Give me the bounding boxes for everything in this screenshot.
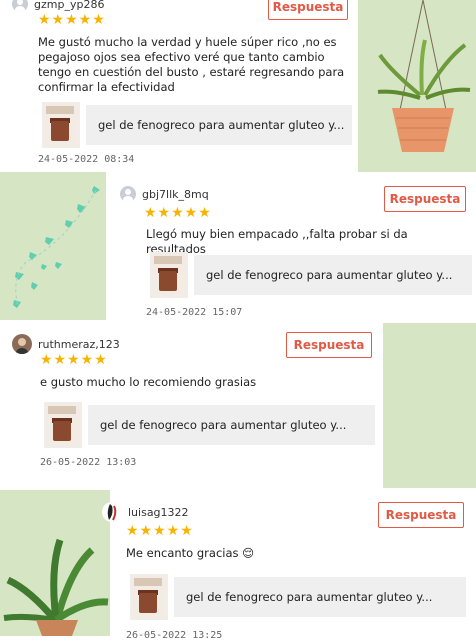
product-thumbnail	[150, 252, 188, 298]
review-card: gbj7llk_8mq ★★★★★ Respuesta Llegó muy bi…	[106, 174, 476, 322]
review-text: Me encanto gracias 😌	[126, 546, 255, 560]
review-card: ruthmeraz,123 ★★★★★ Respuesta e gusto mu…	[0, 324, 383, 488]
rating-stars: ★★★★★	[40, 352, 108, 368]
review-date: 26-05-2022 13:03	[40, 457, 137, 468]
reviewer: luisag1322	[102, 502, 189, 522]
butterflies-icon	[13, 186, 100, 308]
reviewer: gbj7llk_8mq	[120, 186, 209, 202]
review-text: e gusto mucho lo recomiendo grasias	[40, 375, 257, 389]
product-thumbnail	[42, 102, 80, 148]
reply-button[interactable]: Respuesta	[378, 502, 464, 528]
rating-stars: ★★★★★	[144, 205, 212, 221]
username: gzmp_yp286	[34, 0, 105, 11]
product-link[interactable]: gel de fenogreco para aumentar gluteo y.…	[42, 102, 352, 148]
reply-button[interactable]: Respuesta	[286, 332, 372, 358]
product-thumbnail	[44, 402, 82, 448]
username: ruthmeraz,123	[38, 337, 120, 351]
rating-stars: ★★★★★	[126, 523, 194, 539]
review-card: gzmp_yp286 ★★★★★ Respuesta Me gustó much…	[0, 0, 358, 172]
product-link[interactable]: gel de fenogreco para aumentar gluteo y.…	[150, 252, 472, 298]
product-name: gel de fenogreco para aumentar gluteo y.…	[86, 105, 352, 145]
product-link[interactable]: gel de fenogreco para aumentar gluteo y.…	[44, 402, 375, 448]
product-name: gel de fenogreco para aumentar gluteo y.…	[88, 405, 375, 445]
product-link[interactable]: gel de fenogreco para aumentar gluteo y.…	[130, 574, 466, 620]
avatar	[102, 502, 122, 522]
avatar	[12, 0, 28, 12]
hanging-plant-icon	[377, 0, 471, 152]
reply-button[interactable]: Respuesta	[384, 186, 466, 212]
username: gbj7llk_8mq	[142, 187, 209, 201]
username: luisag1322	[128, 505, 189, 519]
avatar	[12, 334, 32, 354]
review-date: 24-05-2022 08:34	[38, 154, 135, 165]
reviewer: ruthmeraz,123	[12, 334, 120, 354]
reply-button[interactable]: Respuesta	[268, 0, 348, 20]
product-thumbnail	[130, 574, 168, 620]
product-name: gel de fenogreco para aumentar gluteo y.…	[194, 255, 472, 295]
review-date: 24-05-2022 15:07	[146, 307, 243, 318]
review-card: luisag1322 ★★★★★ Respuesta Me encanto gr…	[102, 490, 476, 641]
review-text: Me gustó mucho la verdad y huele súper r…	[38, 35, 345, 94]
reviewer: gzmp_yp286	[12, 0, 104, 12]
decor-band-3	[383, 323, 476, 488]
product-name: gel de fenogreco para aumentar gluteo y.…	[174, 577, 466, 617]
avatar	[120, 186, 136, 202]
rating-stars: ★★★★★	[38, 12, 106, 28]
potted-plant-icon	[3, 538, 109, 636]
